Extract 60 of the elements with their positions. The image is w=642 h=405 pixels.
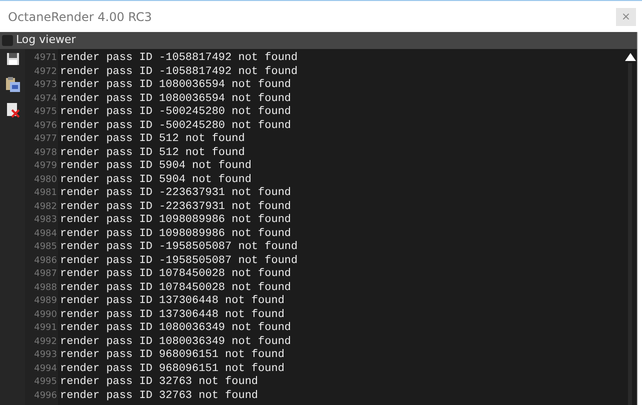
log-entry: render pass ID 512 not found	[60, 146, 245, 160]
log-entry: render pass ID 137306448 not found	[60, 295, 284, 308]
log-entry: render pass ID 968096151 not found	[60, 349, 284, 362]
log-entry: render pass ID 1078450028 not found	[60, 282, 292, 295]
log-entry: render pass ID 5904 not found	[60, 160, 252, 174]
line-number: 4975	[33, 106, 58, 119]
line-number: 4986	[33, 254, 58, 268]
log-entry: render pass ID 32763 not found	[60, 390, 258, 403]
line-number: 4989	[33, 295, 58, 308]
clear-log-icon[interactable]	[5, 102, 20, 118]
log-entry: render pass ID 1098089986 not found	[60, 214, 292, 228]
panel-title: Log viewer	[16, 32, 76, 48]
log-entry: render pass ID 32763 not found	[60, 376, 258, 390]
log-entry: render pass ID -1958505087 not found	[60, 254, 298, 268]
log-entry: render pass ID 1080036594 not found	[60, 79, 292, 92]
line-number: 4976	[33, 120, 58, 132]
line-number: 4992	[33, 336, 58, 348]
log-entry: render pass ID 1098089986 not found	[60, 228, 292, 241]
log-entry: render pass ID 968096151 not found	[60, 362, 284, 376]
log-entry: render pass ID 1080036349 not found	[60, 336, 292, 349]
line-number: 4990	[33, 308, 58, 322]
panel-toggle-icon[interactable]	[2, 35, 13, 46]
line-number: 4987	[33, 268, 58, 281]
line-number: 4978	[33, 146, 58, 160]
log-entry: render pass ID -223637931 not found	[60, 187, 292, 200]
line-number: 4981	[33, 187, 58, 200]
log-entry: render pass ID 5904 not found	[60, 174, 252, 187]
log-entry: render pass ID -1058817492 not found	[60, 66, 298, 79]
log-entry: render pass ID -1058817492 not found	[60, 52, 298, 66]
log-entry: render pass ID 137306448 not found	[60, 308, 284, 322]
line-number: 4988	[33, 282, 58, 294]
log-entry: render pass ID 512 not found	[60, 133, 245, 146]
log-entry: render pass ID 1080036594 not found	[60, 92, 292, 106]
close-button[interactable]: ×	[616, 8, 636, 26]
save-icon[interactable]	[6, 52, 20, 66]
line-number: 4993	[33, 349, 58, 362]
line-number: 4994	[33, 362, 58, 376]
log-entry: render pass ID 1080036349 not found	[60, 322, 292, 336]
line-number: 4996	[33, 390, 58, 402]
line-number: 4972	[33, 66, 58, 78]
paste-text-icon[interactable]	[5, 76, 20, 92]
scroll-up-icon[interactable]	[624, 53, 636, 61]
line-number: 4983	[33, 214, 58, 227]
line-number: 4977	[33, 133, 58, 146]
line-number: 4980	[33, 174, 58, 186]
log-entry: render pass ID -500245280 not found	[60, 120, 292, 133]
log-entry: render pass ID -500245280 not found	[60, 106, 292, 120]
line-number: 4995	[33, 376, 58, 389]
line-number: 4979	[33, 160, 58, 173]
log-entry: render pass ID -1958505087 not found	[60, 241, 298, 254]
line-number: 4991	[33, 322, 58, 335]
line-number: 4982	[33, 200, 58, 214]
log-entry: render pass ID 1078450028 not found	[60, 268, 292, 282]
line-number: 4974	[33, 92, 58, 106]
window-title: OctaneRender 4.00 RC3	[8, 8, 152, 26]
line-number: 4971	[33, 52, 58, 65]
log-entry: render pass ID -223637931 not found	[60, 200, 292, 214]
line-number: 4985	[33, 241, 58, 254]
line-number: 4984	[33, 228, 58, 240]
line-number: 4973	[33, 79, 58, 92]
